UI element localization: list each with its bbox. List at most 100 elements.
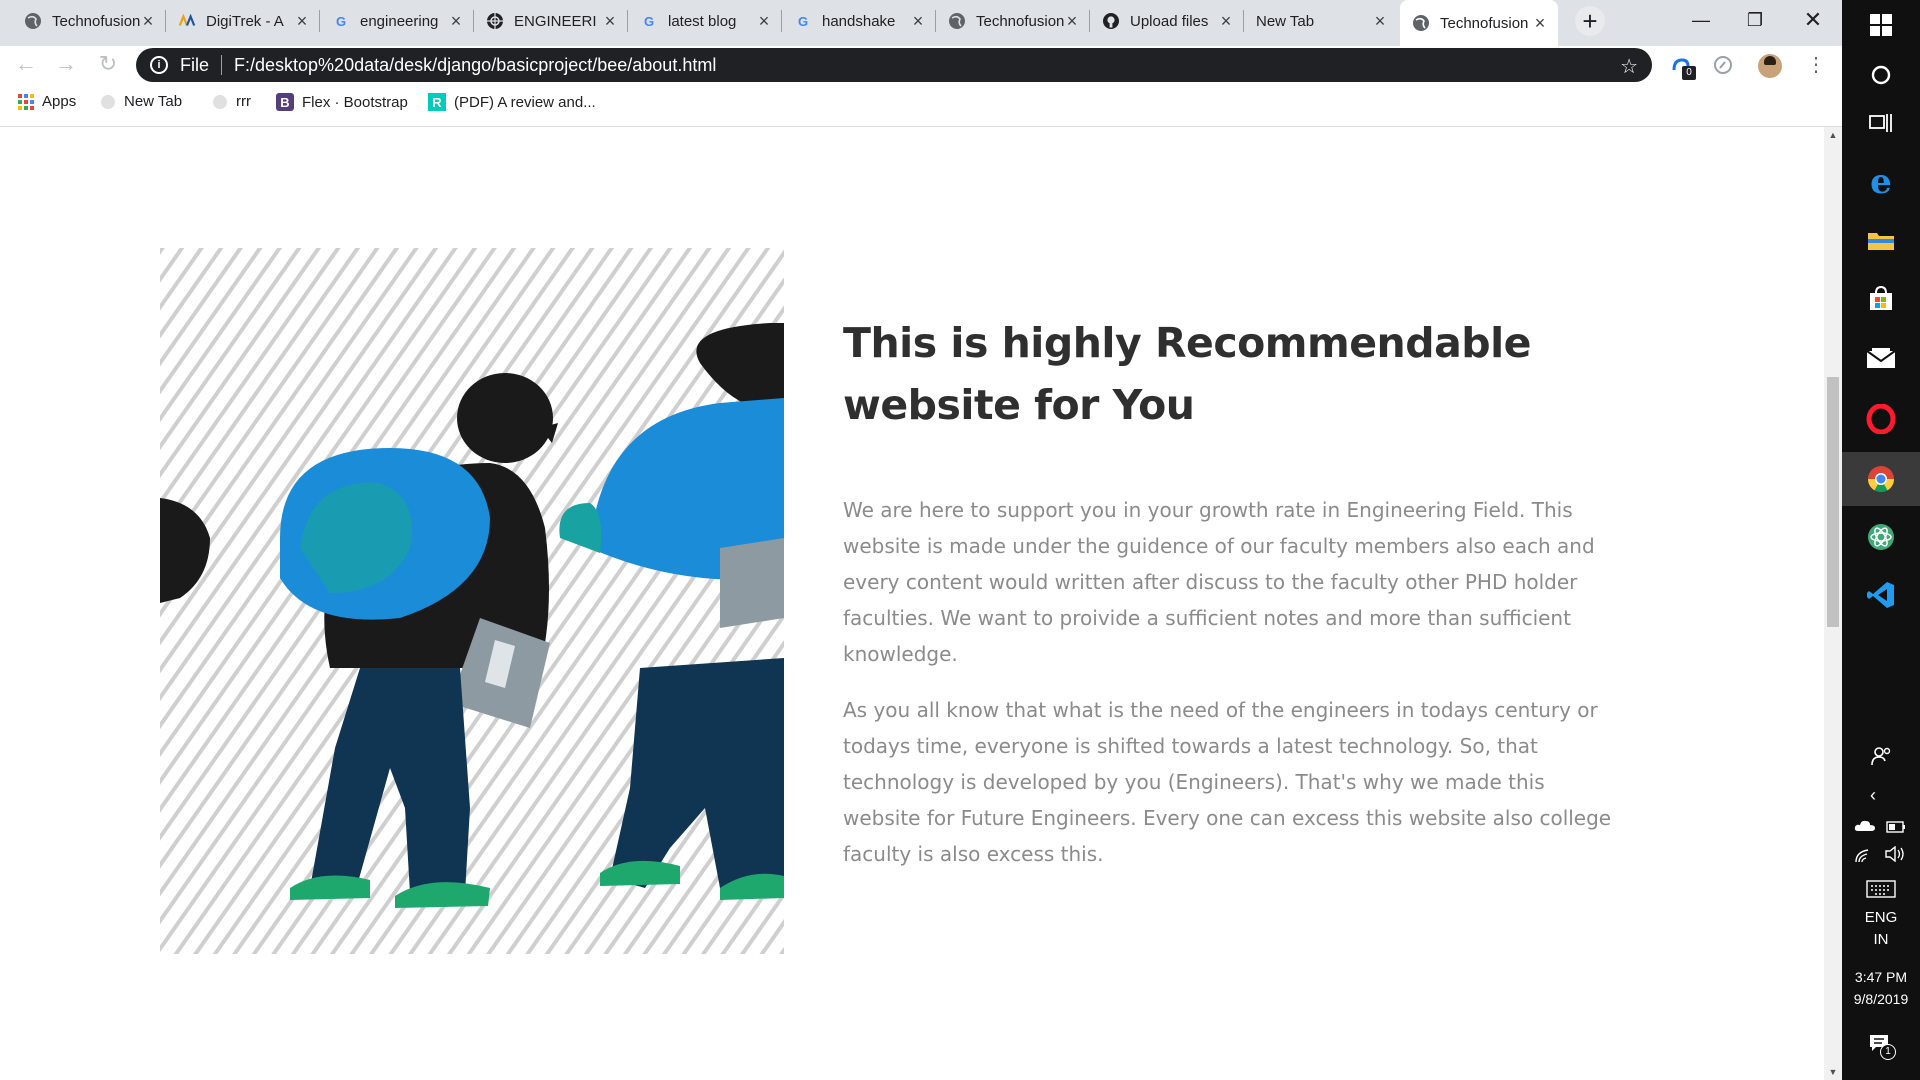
region-code: IN bbox=[1873, 931, 1889, 948]
file-explorer-app[interactable] bbox=[1842, 216, 1920, 264]
close-icon[interactable]: × bbox=[1218, 11, 1234, 32]
atom-icon bbox=[1868, 524, 1894, 550]
cortana-circle-icon bbox=[1871, 65, 1891, 85]
info-icon[interactable]: i bbox=[150, 56, 168, 74]
google-icon: G bbox=[643, 13, 655, 29]
volume-icon[interactable] bbox=[1884, 845, 1906, 867]
close-icon[interactable]: × bbox=[140, 11, 156, 32]
apps-grid-icon bbox=[18, 93, 34, 110]
clock[interactable]: 3:47 PM 9/8/2019 bbox=[1842, 966, 1920, 1010]
address-bar[interactable]: i File F:/desktop%20data/desk/django/bas… bbox=[136, 48, 1652, 82]
bookmark-label: rrr bbox=[236, 93, 251, 110]
touch-keyboard-icon[interactable] bbox=[1866, 880, 1896, 903]
people-button[interactable] bbox=[1842, 738, 1920, 774]
bookmark-new-tab[interactable]: New Tab bbox=[100, 93, 182, 110]
mail-icon bbox=[1866, 348, 1896, 368]
profile-avatar[interactable] bbox=[1758, 54, 1782, 78]
extension-button-2[interactable] bbox=[1712, 54, 1736, 78]
scroll-up-icon[interactable]: ▲ bbox=[1824, 127, 1842, 143]
close-icon[interactable]: × bbox=[294, 11, 310, 32]
edge-app[interactable]: e bbox=[1842, 158, 1920, 206]
scroll-thumb[interactable] bbox=[1827, 377, 1839, 627]
store-bag-icon bbox=[1870, 285, 1892, 310]
language-code: ENG bbox=[1864, 909, 1898, 926]
close-window-button[interactable]: ✕ bbox=[1790, 0, 1836, 40]
tab-new-tab[interactable]: New Tab × bbox=[1244, 0, 1398, 42]
restore-button[interactable]: ❐ bbox=[1732, 0, 1778, 40]
menu-button[interactable]: ⋮ bbox=[1806, 52, 1826, 77]
close-icon[interactable]: × bbox=[1532, 13, 1548, 34]
vscode-icon bbox=[1867, 582, 1894, 608]
extension-button[interactable]: 0 bbox=[1670, 54, 1696, 80]
forward-button[interactable]: → bbox=[54, 51, 78, 76]
minimize-button[interactable]: — bbox=[1678, 0, 1724, 40]
tab-label: latest blog bbox=[668, 12, 737, 30]
start-button[interactable] bbox=[1842, 0, 1920, 50]
task-view-icon bbox=[1869, 114, 1892, 132]
language-indicator[interactable]: ENG IN bbox=[1842, 907, 1920, 951]
people-icon bbox=[1871, 747, 1891, 766]
scrollbar[interactable]: ▲ ▼ bbox=[1824, 127, 1842, 1080]
tab-technofusion-1[interactable]: Technofusion × bbox=[12, 0, 166, 42]
tab-label: New Tab bbox=[1256, 12, 1315, 30]
task-view-button[interactable] bbox=[1842, 100, 1920, 146]
cortana-button[interactable] bbox=[1842, 52, 1920, 98]
atom-app[interactable] bbox=[1842, 512, 1920, 562]
divider bbox=[221, 55, 223, 75]
bookmark-label: New Tab bbox=[124, 93, 183, 110]
tab-engineering-search[interactable]: G engineering × bbox=[320, 0, 474, 42]
new-tab-button[interactable]: + bbox=[1575, 6, 1605, 36]
vscode-app[interactable] bbox=[1842, 570, 1920, 620]
bookmark-label: Flex · Bootstrap bbox=[302, 93, 408, 111]
tab-label: handshake bbox=[822, 12, 896, 30]
url-scheme: File bbox=[180, 54, 210, 75]
tab-label: Technofusion bbox=[976, 12, 1064, 30]
scroll-down-icon[interactable]: ▼ bbox=[1824, 1064, 1842, 1080]
close-icon[interactable]: × bbox=[1064, 11, 1080, 32]
bootstrap-icon: B bbox=[276, 93, 294, 111]
reload-button[interactable]: ↻ bbox=[96, 51, 120, 76]
tab-engineering-site[interactable]: ENGINEERI × bbox=[474, 0, 628, 42]
bookmark-star-icon[interactable]: ☆ bbox=[1620, 54, 1638, 79]
tab-latest-blog[interactable]: G latest blog × bbox=[628, 0, 782, 42]
tab-upload-files[interactable]: Upload files × bbox=[1090, 0, 1244, 42]
forward-arrow-icon: → bbox=[55, 51, 77, 76]
globe-icon bbox=[948, 12, 966, 30]
tab-technofusion-2[interactable]: Technofusion × bbox=[936, 0, 1090, 42]
students-walking-illustration bbox=[160, 248, 784, 954]
onedrive-icon[interactable] bbox=[1854, 818, 1876, 837]
action-center-button[interactable]: 1 bbox=[1868, 1032, 1896, 1061]
chrome-app[interactable] bbox=[1842, 452, 1920, 506]
tab-technofusion-active[interactable]: Technofusion × bbox=[1400, 0, 1558, 46]
close-icon[interactable]: × bbox=[602, 11, 618, 32]
battery-icon[interactable] bbox=[1886, 820, 1906, 838]
opera-app[interactable] bbox=[1842, 394, 1920, 444]
google-icon: G bbox=[797, 13, 809, 29]
close-icon[interactable]: × bbox=[756, 11, 772, 32]
close-icon[interactable]: × bbox=[1372, 11, 1388, 32]
show-hidden-icons-button[interactable]: ‹ bbox=[1842, 780, 1920, 810]
tab-label: DigiTrek - A bbox=[206, 12, 284, 30]
bookmark-apps[interactable]: Apps bbox=[18, 93, 76, 110]
digitrek-icon bbox=[178, 12, 196, 30]
url-text[interactable]: F:/desktop%20data/desk/django/basicproje… bbox=[234, 55, 716, 76]
close-icon[interactable]: × bbox=[448, 11, 464, 32]
about-paragraph-1: We are here to support you in your growt… bbox=[843, 498, 1595, 666]
store-app[interactable] bbox=[1842, 274, 1920, 322]
mail-app[interactable] bbox=[1842, 334, 1920, 382]
bookmark-rrr[interactable]: rrr bbox=[212, 93, 251, 110]
chrome-icon bbox=[1867, 466, 1895, 493]
page-viewport: This is highly Recommendable website for… bbox=[0, 127, 1824, 1080]
wifi-icon[interactable] bbox=[1854, 848, 1874, 869]
bookmarks-bar: Apps New Tab rrr B Flex · Bootstrap R (P… bbox=[0, 83, 1842, 127]
back-button[interactable]: ← bbox=[14, 51, 38, 76]
bookmark-pdf-review[interactable]: R (PDF) A review and... bbox=[428, 93, 596, 111]
tab-handshake[interactable]: G handshake × bbox=[782, 0, 936, 42]
engineering-site-icon bbox=[486, 12, 504, 30]
back-arrow-icon: ← bbox=[15, 51, 37, 76]
avatar bbox=[1764, 56, 1776, 65]
bookmark-flex-bootstrap[interactable]: B Flex · Bootstrap bbox=[276, 93, 408, 111]
windows-taskbar: e ‹ ENG IN 3:47 PM 9/8/2019 1 bbox=[1842, 0, 1920, 1080]
close-icon[interactable]: × bbox=[910, 11, 926, 32]
tab-digitrek[interactable]: DigiTrek - A × bbox=[166, 0, 320, 42]
